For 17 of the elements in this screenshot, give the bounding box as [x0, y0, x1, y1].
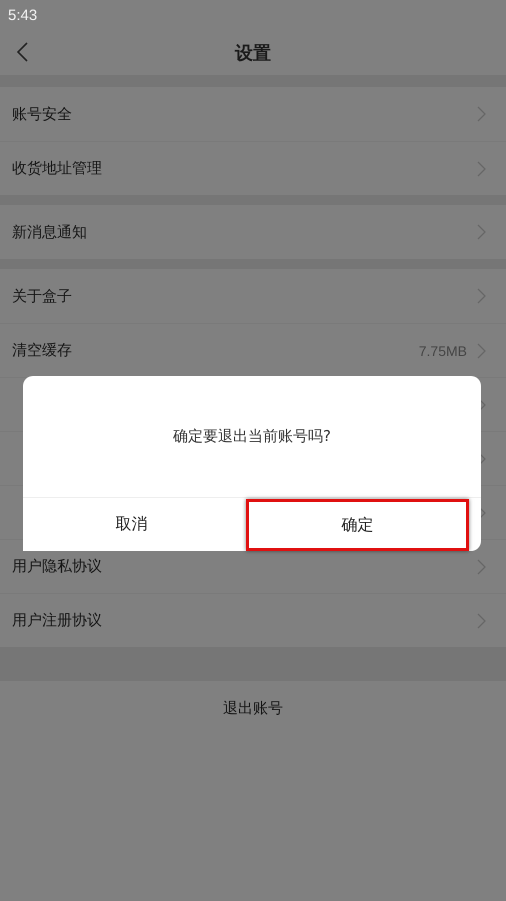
- chevron-right-icon: [477, 342, 486, 358]
- chevron-right-icon: [477, 612, 486, 628]
- cache-size: 7.75MB: [418, 342, 467, 358]
- settings-row[interactable]: 账号安全: [0, 87, 506, 141]
- status-time: 5:43: [8, 6, 38, 24]
- back-icon[interactable]: [16, 42, 28, 62]
- chevron-right-icon: [477, 288, 486, 304]
- settings-row[interactable]: 新消息通知: [0, 205, 506, 259]
- logout-button[interactable]: 退出账号: [0, 681, 506, 735]
- page-title: 设置: [235, 42, 271, 64]
- chevron-right-icon: [477, 106, 486, 122]
- chevron-right-icon: [477, 224, 486, 240]
- chevron-right-icon: [477, 160, 486, 176]
- chevron-right-icon: [477, 558, 486, 574]
- dialog-message: 确定要退出当前账号吗?: [173, 427, 331, 446]
- dialog-button[interactable]: 确定: [246, 499, 469, 551]
- settings-row[interactable]: 关于盒子: [0, 269, 506, 323]
